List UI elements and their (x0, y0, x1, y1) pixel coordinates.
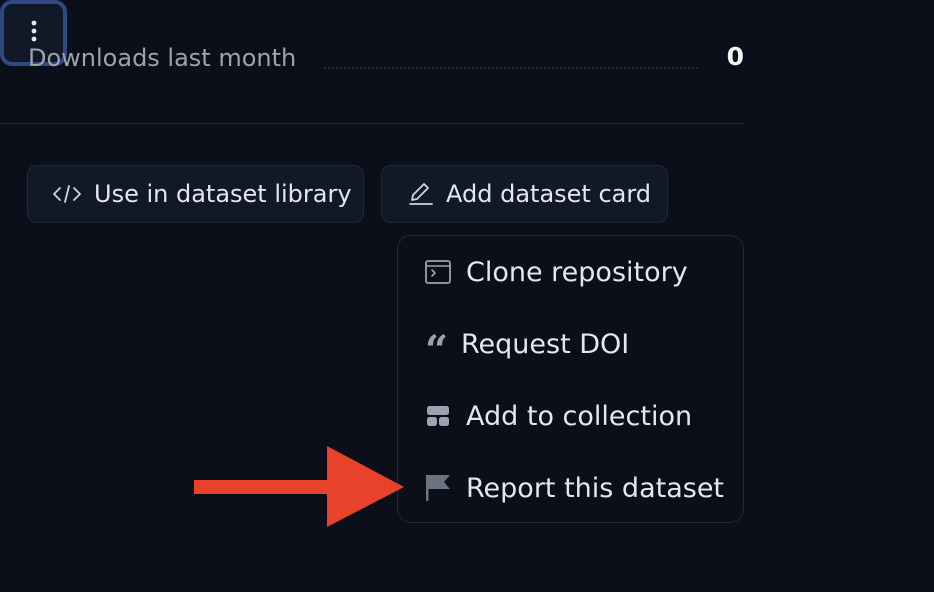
pencil-icon (408, 182, 434, 206)
terminal-icon (425, 260, 451, 284)
dotted-leader (324, 67, 698, 69)
menu-item-request-doi[interactable]: “ Request DOI (398, 314, 743, 374)
use-in-dataset-library-label: Use in dataset library (94, 180, 352, 208)
options-dropdown-menu: Clone repository “ Request DOI Add to co… (397, 235, 744, 523)
add-dataset-card-label: Add dataset card (446, 180, 652, 208)
collection-icon (425, 406, 451, 426)
menu-item-clone-repository[interactable]: Clone repository (398, 242, 743, 302)
downloads-label: Downloads last month (28, 44, 297, 72)
code-icon (52, 184, 82, 204)
downloads-value: 0 (726, 42, 744, 71)
menu-item-report-dataset[interactable]: Report this dataset (398, 458, 743, 518)
flag-icon (425, 474, 451, 502)
menu-item-label: Add to collection (466, 400, 693, 432)
arrow-right-icon (194, 446, 404, 532)
add-dataset-card-button[interactable]: Add dataset card (381, 165, 668, 223)
quote-icon: “ (424, 327, 448, 374)
menu-item-label: Request DOI (461, 328, 630, 360)
use-in-dataset-library-button[interactable]: Use in dataset library (27, 165, 364, 223)
menu-item-add-to-collection[interactable]: Add to collection (398, 386, 743, 446)
menu-item-label: Report this dataset (466, 472, 725, 504)
downloads-stat: Downloads last month 0 (28, 40, 744, 84)
menu-item-label: Clone repository (466, 256, 688, 288)
section-divider (0, 123, 744, 124)
